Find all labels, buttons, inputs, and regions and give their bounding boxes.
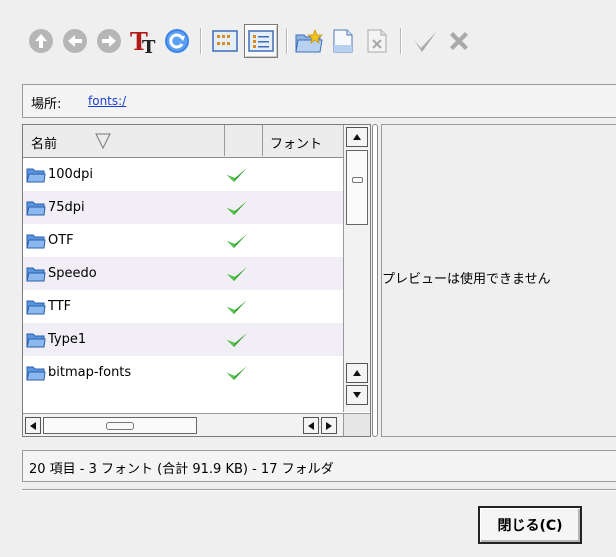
preview-message: プレビューは使用できません <box>382 272 551 287</box>
delete-button[interactable] <box>360 24 394 58</box>
folder-icon <box>26 201 46 216</box>
file-row[interactable]: bitmap-fonts <box>23 356 343 389</box>
folder-icon <box>26 267 46 282</box>
location-label: 場所: <box>31 97 62 112</box>
arrow-left-icon <box>63 29 87 53</box>
file-row[interactable]: Speedo <box>23 257 343 290</box>
enabled-check-icon[interactable] <box>226 298 248 316</box>
status-text: 20 項目 - 3 フォント (合計 91.9 KB) - 17 フォルダ <box>29 462 334 477</box>
file-name: 75dpi <box>48 200 85 215</box>
file-row[interactable]: 100dpi <box>23 158 343 191</box>
column-name-label: 名前 <box>31 137 58 152</box>
toolbar: T T <box>24 24 604 60</box>
file-name: bitmap-fonts <box>48 365 132 380</box>
cancel-button[interactable] <box>442 24 476 58</box>
arrow-right-icon <box>97 29 121 53</box>
folder-icon <box>26 333 46 348</box>
file-row[interactable]: OTF <box>23 224 343 257</box>
column-enabled-header[interactable] <box>225 125 263 156</box>
triangle-up-icon <box>353 370 361 376</box>
scroll-down-button[interactable] <box>346 385 368 405</box>
file-name: 100dpi <box>48 167 93 182</box>
triangle-right-icon <box>326 421 332 430</box>
toolbar-separator <box>286 28 288 54</box>
location-bar: 場所: fonts:/ <box>22 84 616 118</box>
scroll-up-button[interactable] <box>346 127 368 147</box>
forward-button[interactable] <box>92 24 126 58</box>
accept-button[interactable] <box>408 24 442 58</box>
delete-document-icon <box>367 29 387 53</box>
back-button[interactable] <box>58 24 92 58</box>
file-name: TTF <box>48 299 72 314</box>
column-header: 名前 フォント <box>23 125 370 158</box>
triangle-up-icon <box>353 134 361 140</box>
file-row[interactable]: Type1 <box>23 323 343 356</box>
scroll-right-button[interactable] <box>321 417 337 434</box>
preview-panel: プレビューは使用できません <box>381 124 616 437</box>
new-document-button[interactable] <box>326 24 360 58</box>
toolbar-separator <box>400 28 402 54</box>
file-row[interactable]: 75dpi <box>23 191 343 224</box>
triangle-left-icon <box>30 421 36 430</box>
panel-splitter[interactable] <box>372 124 378 437</box>
scroll-grip <box>352 177 363 183</box>
close-button[interactable]: 閉じる(C) <box>478 506 582 544</box>
font-tt-icon: T T <box>130 27 156 56</box>
file-name: Type1 <box>48 332 87 347</box>
enabled-check-icon[interactable] <box>226 265 248 283</box>
enabled-check-icon[interactable] <box>226 331 248 349</box>
file-name: Speedo <box>48 266 97 281</box>
detail-view-button[interactable] <box>244 24 278 58</box>
svg-text:T: T <box>142 37 156 56</box>
x-icon <box>450 32 468 50</box>
triangle-down-icon <box>353 392 361 398</box>
detail-view-icon <box>248 30 274 52</box>
new-folder-button[interactable] <box>292 24 326 58</box>
icon-view-button[interactable] <box>208 24 242 58</box>
folder-icon <box>26 366 46 381</box>
folder-icon <box>26 300 46 315</box>
divider <box>22 489 616 491</box>
status-bar: 20 項目 - 3 フォント (合計 91.9 KB) - 17 フォルダ <box>22 450 616 482</box>
sort-descending-icon <box>95 133 111 149</box>
reload-icon <box>165 29 189 53</box>
enabled-check-icon[interactable] <box>226 232 248 250</box>
arrow-up-icon <box>29 29 53 53</box>
toolbar-separator <box>200 28 202 54</box>
enabled-check-icon[interactable] <box>226 364 248 382</box>
triangle-left-icon <box>308 421 314 430</box>
enabled-check-icon[interactable] <box>226 166 248 184</box>
horizontal-scrollbar[interactable] <box>23 413 343 436</box>
scroll-left-button-right[interactable] <box>303 417 319 434</box>
vertical-scrollbar[interactable] <box>343 125 370 412</box>
enabled-check-icon[interactable] <box>226 199 248 217</box>
file-name: OTF <box>48 233 74 248</box>
check-icon <box>414 31 437 52</box>
new-folder-icon <box>295 29 324 53</box>
column-name-header[interactable]: 名前 <box>23 125 225 156</box>
horizontal-scroll-thumb[interactable] <box>43 417 197 434</box>
new-document-icon <box>333 29 353 53</box>
font-viewer-button[interactable]: T T <box>126 24 160 58</box>
up-button[interactable] <box>24 24 58 58</box>
folder-icon <box>26 168 46 183</box>
folder-icon <box>26 234 46 249</box>
scroll-up-button-lower[interactable] <box>346 363 368 383</box>
column-font-header[interactable]: フォント <box>263 125 343 156</box>
reload-button[interactable] <box>160 24 194 58</box>
file-list-panel: 名前 フォント 100dpi 75dpi OTF Speedo TTF Type… <box>22 124 371 437</box>
column-font-label: フォント <box>270 137 323 152</box>
location-link[interactable]: fonts:/ <box>88 94 126 108</box>
vertical-scroll-thumb[interactable] <box>346 150 368 225</box>
scroll-left-button[interactable] <box>25 417 41 434</box>
scroll-grip <box>106 422 134 430</box>
icon-view-icon <box>212 30 238 52</box>
file-row[interactable]: TTF <box>23 290 343 323</box>
scrollbar-corner <box>343 413 370 436</box>
